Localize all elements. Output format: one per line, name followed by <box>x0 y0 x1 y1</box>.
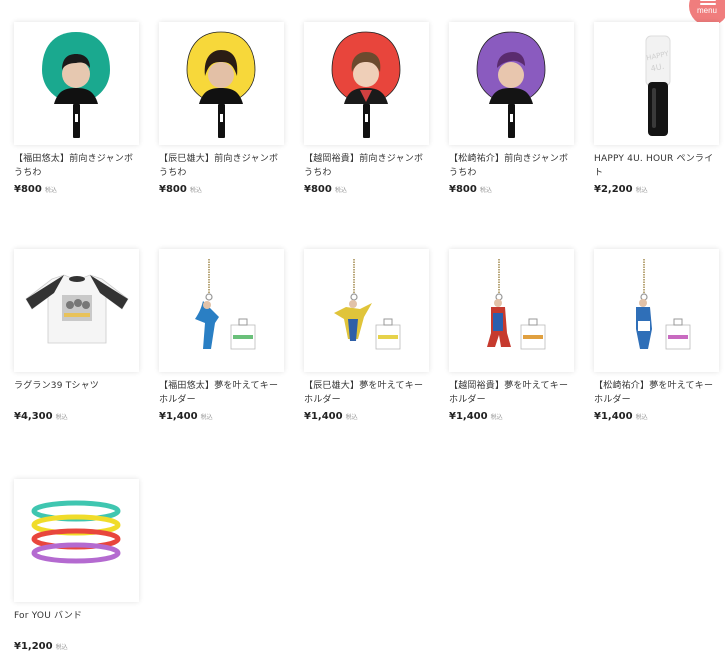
product-name[interactable]: 【松崎祐介】夢を叶えてキーホルダー <box>594 379 719 407</box>
tax-label: 税込 <box>345 414 358 421</box>
uchiwa-fan-icon <box>42 32 110 138</box>
tax-label: 税込 <box>334 187 347 194</box>
product-card[interactable]: 【福田悠太】前向きジャンボうちわ ¥800 税込 <box>14 22 139 243</box>
tshirt-icon <box>25 274 129 344</box>
tax-label: 税込 <box>44 187 57 194</box>
tax-label: 税込 <box>189 187 202 194</box>
product-price: ¥800 <box>304 184 332 195</box>
product-grid: 【福田悠太】前向きジャンボうちわ ¥800 税込 【辰巳雄大】前向きジャンボうちわ… <box>14 22 725 655</box>
product-price: ¥800 <box>14 184 42 195</box>
product-image[interactable] <box>159 22 284 145</box>
product-price: ¥4,300 <box>14 411 53 422</box>
product-card[interactable]: 【辰巳雄大】前向きジャンボうちわ ¥800 税込 <box>159 22 284 243</box>
product-image[interactable] <box>304 249 429 372</box>
product-card[interactable]: 【越岡裕貴】前向きジャンボうちわ ¥800 税込 <box>304 22 429 243</box>
rubber-band-icon <box>31 500 121 564</box>
tax-label: 税込 <box>200 414 213 421</box>
product-name[interactable]: For YOU バンド <box>14 609 139 637</box>
product-image[interactable]: HAPPY 4U. <box>594 22 719 145</box>
tax-label: 税込 <box>635 414 648 421</box>
product-name[interactable]: 【辰巳雄大】夢を叶えてキーホルダー <box>304 379 429 407</box>
product-name[interactable]: 【越岡裕貴】前向きジャンボうちわ <box>304 152 429 180</box>
uchiwa-fan-icon <box>476 31 546 138</box>
product-image[interactable] <box>14 249 139 372</box>
uchiwa-fan-icon <box>186 31 256 138</box>
product-card[interactable]: HAPPY 4U. HAPPY 4U. HOUR ペンライト ¥2,200 税込 <box>594 22 719 243</box>
keychain-icon <box>195 259 256 350</box>
product-image[interactable] <box>594 249 719 372</box>
product-card[interactable]: 【辰巳雄大】夢を叶えてキーホルダー ¥1,400 税込 <box>304 249 429 473</box>
tax-label: 税込 <box>55 644 68 651</box>
product-image[interactable] <box>14 22 139 145</box>
tax-label: 税込 <box>635 187 648 194</box>
product-name[interactable]: ラグラン39 Tシャツ <box>14 379 139 407</box>
keychain-icon <box>334 259 401 350</box>
product-name[interactable]: 【福田悠太】夢を叶えてキーホルダー <box>159 379 284 407</box>
product-name[interactable]: 【辰巳雄大】前向きジャンボうちわ <box>159 152 284 180</box>
product-card[interactable]: 【越岡裕貴】夢を叶えてキーホルダー ¥1,400 税込 <box>449 249 574 473</box>
product-price: ¥1,200 <box>14 641 53 652</box>
product-image[interactable] <box>14 479 139 602</box>
product-image[interactable] <box>449 22 574 145</box>
product-image[interactable] <box>449 249 574 372</box>
product-price: ¥1,400 <box>159 411 198 422</box>
tax-label: 税込 <box>55 414 68 421</box>
product-price: ¥1,400 <box>304 411 343 422</box>
product-name[interactable]: 【越岡裕貴】夢を叶えてキーホルダー <box>449 379 574 407</box>
product-card[interactable]: 【福田悠太】夢を叶えてキーホルダー ¥1,400 税込 <box>159 249 284 473</box>
product-card[interactable]: ラグラン39 Tシャツ ¥4,300 税込 <box>14 249 139 473</box>
product-price: ¥1,400 <box>449 411 488 422</box>
product-name[interactable]: 【松崎祐介】前向きジャンボうちわ <box>449 152 574 180</box>
product-price: ¥800 <box>449 184 477 195</box>
tax-label: 税込 <box>479 187 492 194</box>
penlight-icon: HAPPY 4U. <box>645 35 671 136</box>
product-price: ¥1,400 <box>594 411 633 422</box>
menu-label: menu <box>696 6 717 15</box>
product-card[interactable]: For YOU バンド ¥1,200 税込 <box>14 479 139 655</box>
product-card[interactable]: 【松崎祐介】夢を叶えてキーホルダー ¥1,400 税込 <box>594 249 719 473</box>
tax-label: 税込 <box>490 414 503 421</box>
product-price: ¥800 <box>159 184 187 195</box>
uchiwa-fan-icon <box>331 31 401 138</box>
keychain-icon <box>636 259 691 350</box>
keychain-icon <box>487 259 546 350</box>
product-image[interactable] <box>159 249 284 372</box>
product-name[interactable]: 【福田悠太】前向きジャンボうちわ <box>14 152 139 180</box>
product-price: ¥2,200 <box>594 184 633 195</box>
product-card[interactable]: 【松崎祐介】前向きジャンボうちわ ¥800 税込 <box>449 22 574 243</box>
product-name[interactable]: HAPPY 4U. HOUR ペンライト <box>594 152 719 180</box>
product-image[interactable] <box>304 22 429 145</box>
